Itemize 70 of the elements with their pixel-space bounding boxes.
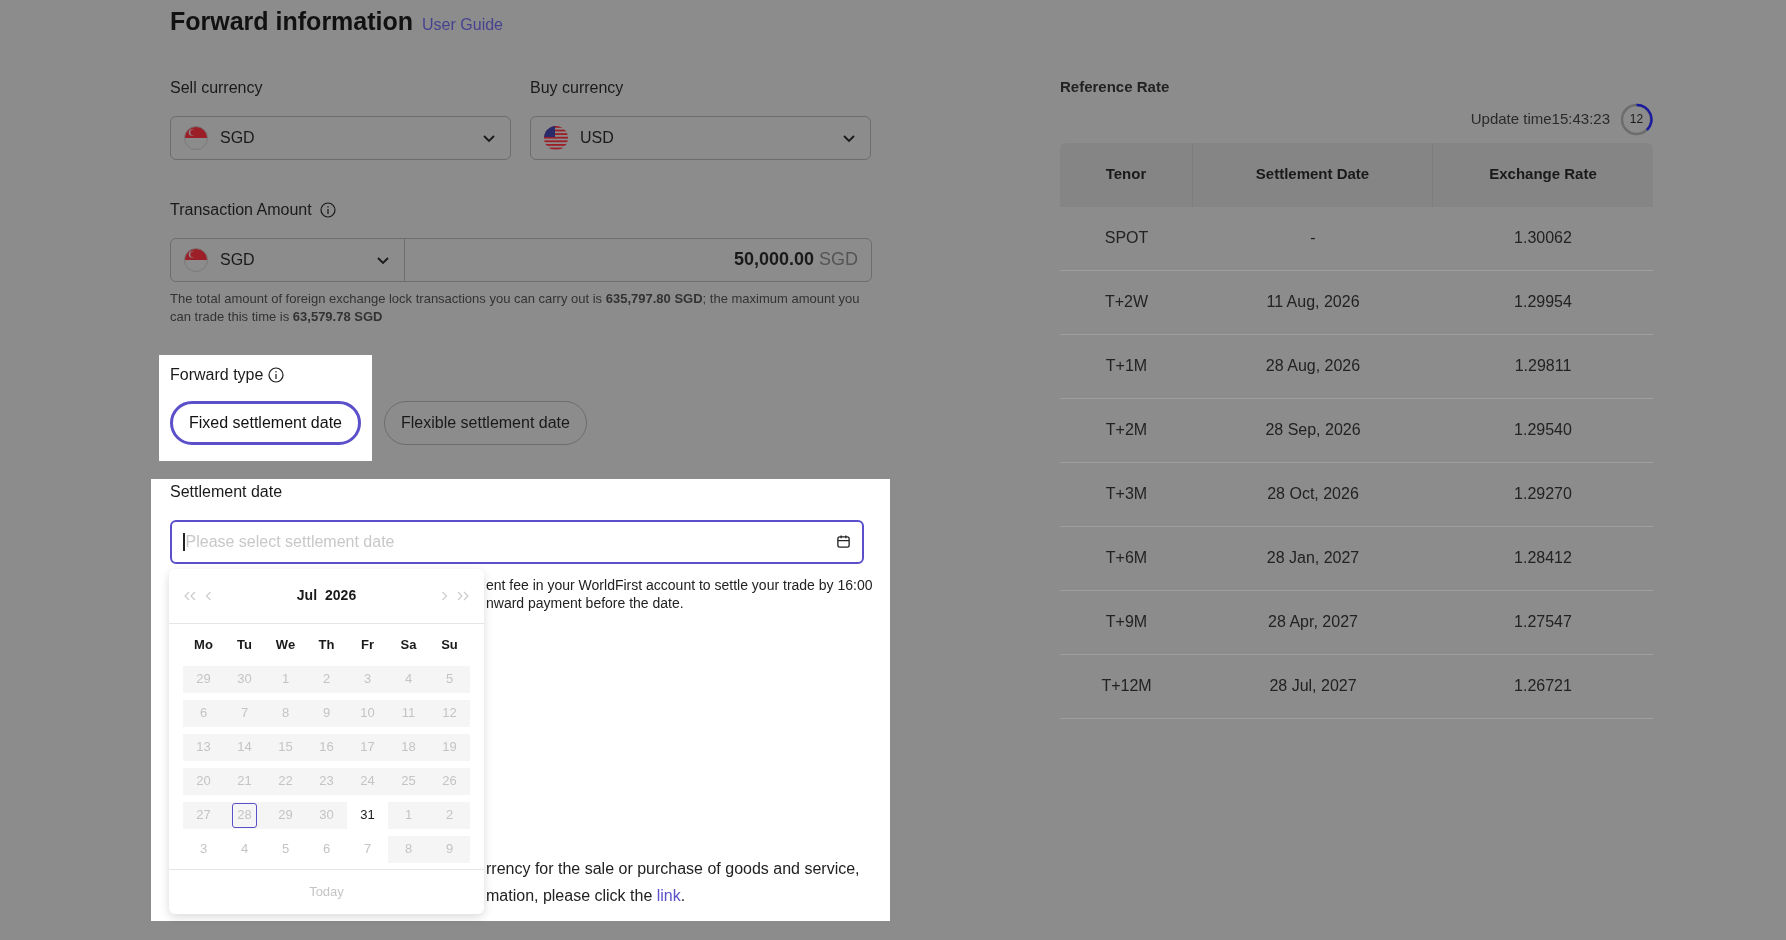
column-header: Exchange Rate — [1489, 164, 1597, 185]
settlement-note: nward payment before the date. — [486, 593, 685, 612]
weekday-label: Sa — [399, 636, 418, 655]
table-cell-text: SPOT — [1104, 228, 1149, 248]
calendar-day[interactable]: 6 — [314, 836, 339, 862]
section-title: Reference Rate — [1060, 77, 1171, 97]
table-cell-text: T+3M — [1105, 484, 1148, 504]
table-cell-text: 11 Aug, 2026 — [1266, 292, 1360, 312]
disclaimer-text: rrency for the sale or purchase of goods and service, — [486, 858, 861, 879]
table-cell-text: T+9M — [1105, 612, 1148, 632]
calendar-day[interactable]: 7 — [355, 836, 380, 862]
field-label: Transaction Amount — [170, 199, 312, 220]
chevron-right-icon[interactable] — [441, 590, 448, 601]
table-cell-text: 1.29540 — [1514, 420, 1572, 440]
user-guide-link[interactable]: User Guide — [422, 13, 503, 37]
table-cell-text: 1.28412 — [1514, 548, 1572, 568]
month-label[interactable]: Jul — [296, 585, 318, 606]
table-cell-text: T+6M — [1105, 548, 1148, 568]
table-cell-text: 1.26721 — [1514, 676, 1572, 696]
weekday-label: Mo — [193, 636, 214, 655]
table-cell-text: 1.30062 — [1514, 228, 1572, 248]
forward-type-option[interactable]: Fixed settlement date — [170, 400, 361, 445]
calendar-day[interactable]: 3 — [191, 836, 216, 862]
calendar-day[interactable]: 31 — [355, 802, 380, 828]
table-cell-text: 28 Oct, 2026 — [1267, 484, 1359, 504]
table-cell-text: 28 Jul, 2027 — [1269, 676, 1357, 696]
flag-icon — [184, 125, 208, 150]
table-cell-text: T+2W — [1104, 292, 1149, 312]
year-label[interactable]: 2026 — [325, 585, 357, 606]
double-chevron-right-icon[interactable] — [456, 590, 470, 601]
table-cell-text: 28 Apr, 2027 — [1268, 612, 1358, 632]
flag-icon — [544, 125, 568, 150]
calendar-icon — [836, 534, 851, 549]
weekday-label: We — [274, 636, 297, 655]
calendar-day[interactable]: 5 — [273, 836, 298, 862]
table-cell-text: 28 Sep, 2026 — [1265, 420, 1361, 440]
disclaimer-text: mation, please click the link. — [486, 885, 687, 906]
field-label: Settlement date — [170, 481, 284, 502]
settlement-note: ent fee in your WorldFirst account to settle your trade by 16:00 — [486, 575, 874, 594]
column-header: Tenor — [1105, 164, 1147, 185]
countdown-timer: 12 — [1620, 102, 1653, 136]
weekday-label: Su — [440, 636, 459, 655]
table-cell-text: T+1M — [1105, 356, 1148, 376]
table-cell-text: - — [1310, 228, 1316, 248]
weekday-label: Fr — [360, 636, 375, 655]
currency-select[interactable]: SGD — [170, 115, 511, 160]
calendar-day[interactable]: 4 — [232, 836, 257, 862]
table-cell-text: T+2M — [1105, 420, 1148, 440]
table-cell-text: 1.29811 — [1514, 356, 1572, 376]
table-cell-text: 1.27547 — [1514, 612, 1572, 632]
field-label: Buy currency — [530, 77, 625, 98]
table-cell-text: T+12M — [1101, 676, 1152, 696]
today-button[interactable]: Today — [309, 881, 344, 902]
double-chevron-left-icon[interactable] — [183, 590, 197, 601]
column-header: Settlement Date — [1255, 164, 1370, 185]
table-cell-text: 28 Aug, 2026 — [1265, 356, 1361, 376]
info-icon[interactable] — [268, 366, 285, 383]
table-cell-text: 28 Jan, 2027 — [1266, 548, 1360, 568]
currency-select[interactable]: USD — [530, 115, 871, 160]
field-label: Forward type — [170, 364, 264, 385]
field-label: Sell currency — [170, 77, 264, 98]
chevron-left-icon[interactable] — [205, 590, 212, 601]
weekday-label: Th — [317, 636, 336, 655]
table-cell-text: 1.29954 — [1514, 292, 1572, 312]
table-cell-text: 1.29270 — [1514, 484, 1572, 504]
update-time: Update time15:43:23 — [1470, 108, 1610, 129]
weekday-label: Tu — [236, 636, 253, 655]
info-link[interactable]: link — [656, 886, 681, 904]
limit-note: The total amount of foreign exchange lock transactions you can carry out is 635,797.80 SGD; the maximum amount you can trade this time is 63,579.78 SGD — [170, 289, 861, 326]
page-title: Forward information — [170, 6, 414, 37]
